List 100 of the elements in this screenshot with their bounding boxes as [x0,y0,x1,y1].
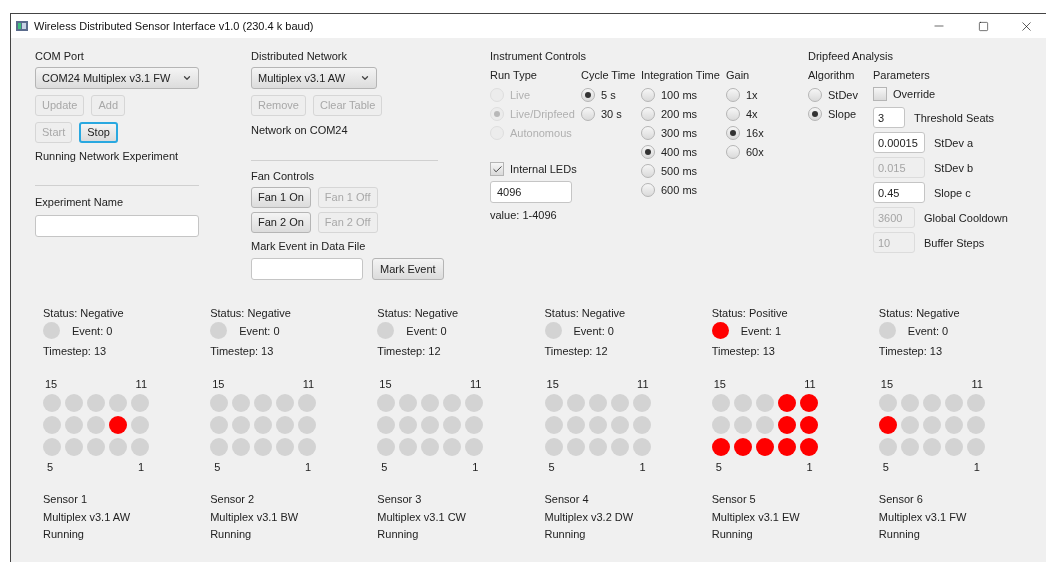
hint-text: value: 1-4096 [490,208,558,222]
button[interactable]: Fan 1 On [251,187,311,208]
parameter-label: Slope c [934,185,971,200]
grid-label: 15 [880,377,894,391]
chevron-icon [360,73,370,83]
event-count: Event: 0 [239,323,280,338]
sensor-model: Multiplex v3.1 FW [878,510,968,524]
radio-button[interactable] [641,163,655,178]
status-text: Status: Negative [43,306,125,320]
sensor-name: Sensor 3 [377,492,423,506]
grid-label: 1 [305,460,312,474]
radio-button[interactable] [641,125,655,140]
parameter-field[interactable]: 3 [873,107,905,128]
sensor-model: Multiplex v3.1 CW [377,510,467,524]
status-text: Status: Negative [544,306,627,320]
sensor-state: Running [43,527,85,541]
grid-label: 15 [45,377,58,391]
grid-label: 1 [806,460,813,474]
radio-button[interactable] [726,125,740,140]
radio-label: Slope [828,106,857,121]
mark-event-field[interactable] [251,258,363,280]
grid-label: 15 [713,377,726,391]
grid-label: 11 [135,377,147,391]
checkbox-label: Internal LEDs [510,162,577,176]
radio-button[interactable] [808,87,822,102]
button[interactable]: Stop [79,122,118,143]
grid-label: 1 [137,460,144,474]
sensor-name: Sensor 1 [43,492,89,506]
timestep-text: Timestep: 13 [43,344,108,358]
radio-label: 100 ms [661,87,698,102]
parameter-label: Threshold Seats [914,110,995,125]
event-count: Event: 0 [907,323,949,338]
app-icon [16,21,28,31]
radio-label: StDev [828,87,858,102]
chevron-icon [182,73,192,83]
window-title: Wireless Distributed Sensor Interface v1.0 (230.4 k baud) [34,18,314,34]
mark-event-button[interactable]: Mark Event [372,258,444,280]
radio-button[interactable] [641,87,655,102]
section-label: COM Port [35,49,85,63]
grid-label: 15 [212,377,225,391]
group-label: Algorithm [808,68,856,82]
sensor-state: Running [377,527,420,541]
event-count: Event: 0 [573,323,614,338]
sensor-model: Multiplex v3.1 AW [43,510,131,524]
radio-label: Live [510,87,531,102]
radio-label: 16x [746,125,764,140]
status-text: Status: Negative [210,306,292,320]
grid-label: 11 [637,377,649,391]
status-text: Status: Positive [711,306,789,320]
section-title: Dripfeed Analysis [808,49,894,63]
radio-button[interactable] [808,106,822,121]
experiment-name-field[interactable] [35,215,199,237]
grid-label: 11 [971,377,983,391]
radio-button[interactable] [641,182,655,197]
dropdown[interactable]: Multiplex v3.1 AW [251,67,377,89]
sensor-state: Running [210,527,253,541]
checkbox[interactable] [873,87,887,101]
grid-label: 5 [882,460,889,474]
group-label: Integration Time [641,68,721,82]
grid-label: 15 [379,377,392,391]
sensor-state: Running [711,527,754,541]
radio-button[interactable] [641,144,655,159]
timestep-text: Timestep: 13 [711,344,776,358]
grid-label: 1 [472,460,479,474]
timestep-text: Timestep: 12 [377,344,442,358]
radio-label: 400 ms [661,144,698,159]
sensor-model: Multiplex v3.1 BW [210,510,300,524]
sensor-model: Multiplex v3.1 EW [711,510,801,524]
radio-button[interactable] [726,87,740,102]
grid-label: 1 [639,460,646,474]
status-text: Network on COM24 [251,123,349,137]
radio-label: 1x [746,87,758,102]
radio-label: 500 ms [661,163,698,178]
sensor-name: Sensor 4 [544,492,590,506]
parameter-label: StDev a [934,135,974,150]
grid-label: 5 [381,460,388,474]
radio-button[interactable] [726,106,740,121]
field-label: Experiment Name [35,195,125,209]
grid-label: 15 [546,377,559,391]
radio-button[interactable] [641,106,655,121]
status-text: Status: Negative [878,306,961,320]
field-label: Mark Event in Data File [251,239,367,253]
radio-button[interactable] [726,144,740,159]
grid-label: 5 [548,460,555,474]
button[interactable]: Fan 2 On [251,212,311,233]
event-count: Event: 0 [406,323,447,338]
group-label: Parameters [873,68,931,82]
checkbox[interactable] [490,162,504,176]
sensor-name: Sensor 6 [878,492,924,506]
event-count: Event: 1 [740,323,782,338]
radio-button[interactable] [581,87,595,102]
led-value-field[interactable]: 4096 [490,181,572,203]
parameter-field[interactable]: 0.00015 [873,132,925,153]
grid-label: 1 [973,460,980,474]
sensor-state: Running [878,527,921,541]
radio-button[interactable] [581,106,595,121]
parameter-label: Buffer Steps [924,235,985,250]
dropdown[interactable]: COM24 Multiplex v3.1 FW [35,67,199,89]
radio-label: 200 ms [661,106,698,121]
parameter-field[interactable]: 0.45 [873,182,925,203]
